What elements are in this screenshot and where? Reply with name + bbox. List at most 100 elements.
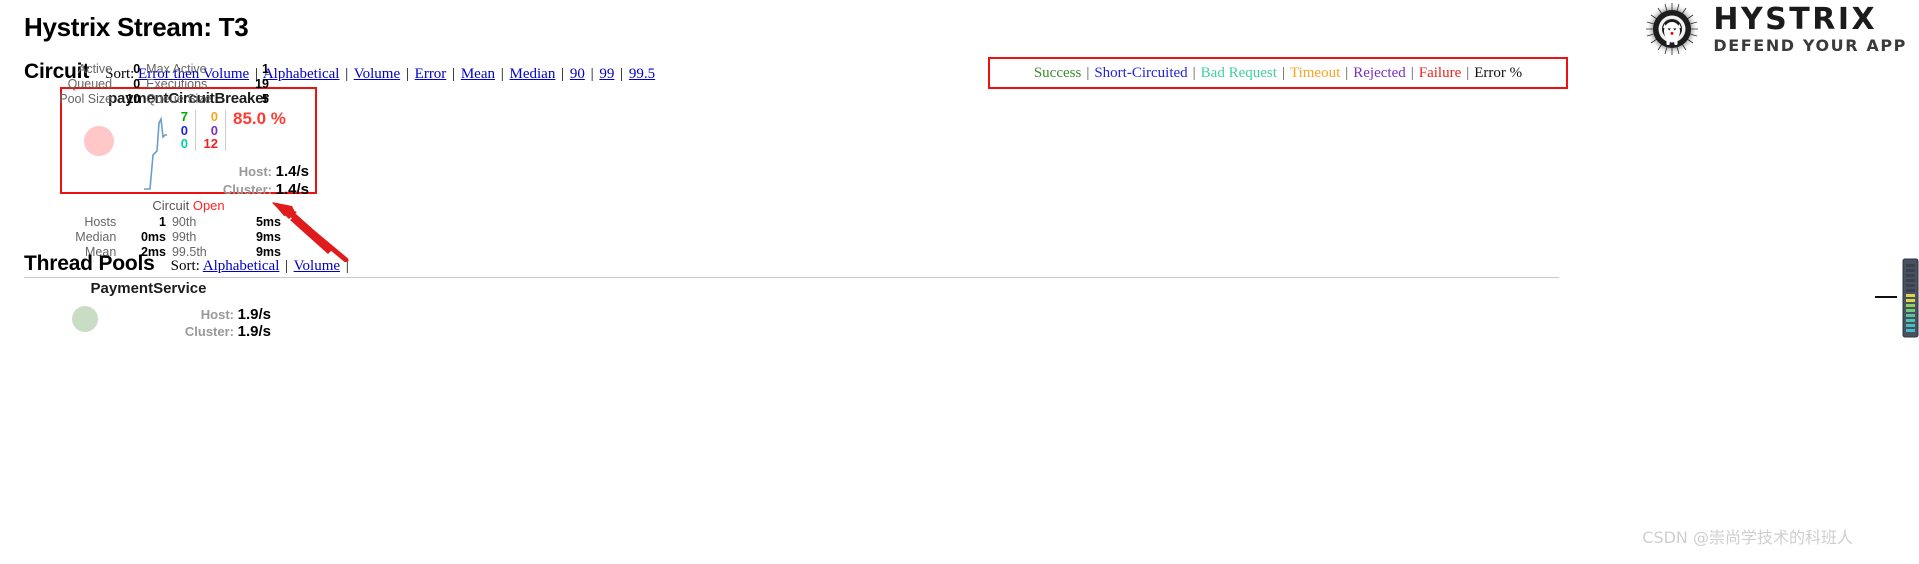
circuit-stat-cell-3: 9ms	[255, 230, 281, 244]
circuit-sort-link-90[interactable]: 90	[570, 66, 585, 82]
circuit-stat-cell-2: 90th	[171, 215, 197, 229]
counter-success: 7	[180, 109, 188, 124]
threadpool-stat-cell-1: 10	[126, 92, 141, 106]
circuit-stat-cell-0: Median	[75, 230, 117, 244]
threadpool-stat-cell-1: 0	[133, 62, 141, 76]
threadpool-section-title: Thread Pools	[24, 252, 155, 275]
threadpool-section-header: Thread Pools Sort: Alphabetical | Volume…	[24, 252, 351, 276]
circuit-host-label: Host:	[238, 164, 272, 179]
legend-item-error-[interactable]: Error %	[1474, 65, 1522, 81]
sort-separator: |	[345, 258, 349, 274]
legend-item-success[interactable]: Success	[1034, 65, 1082, 81]
hystrix-porcupine-icon	[1639, 2, 1705, 56]
legend-item-timeout[interactable]: Timeout	[1290, 65, 1340, 81]
circuit-cluster-label: Cluster:	[222, 182, 272, 197]
circuit-sort-link-median[interactable]: Median	[510, 66, 556, 82]
threadpool-stat-cell-0: Queued	[67, 77, 113, 91]
threadpool-cluster-rate: Cluster: 1.9/s	[185, 323, 271, 340]
circuit-stat-cell-1: 0ms	[140, 230, 166, 244]
circuit-status-badge: Circuit Open	[60, 198, 317, 213]
threadpool-stat-cell-1: 0	[133, 77, 141, 91]
circuit-sort-link-volume[interactable]: Volume	[354, 66, 400, 82]
hystrix-dashboard-page: Hystrix Stream: T3 HYSTRIX DEFEND YOUR A…	[0, 0, 1919, 564]
legend-item-bad-request[interactable]: Bad Request	[1201, 65, 1277, 81]
threadpool-card-name: PaymentService	[90, 280, 207, 297]
threadpool-stat-row: Queued 0 Executions 19	[32, 77, 272, 92]
threadpool-sort-link-alphabetical[interactable]: Alphabetical	[203, 258, 280, 274]
sort-separator: |	[561, 66, 565, 82]
circuit-sort-link-99.5[interactable]: 99.5	[629, 66, 655, 82]
circuit-sort-link-error[interactable]: Error	[415, 66, 447, 82]
threadpool-cluster-label: Cluster:	[184, 324, 234, 339]
threadpool-stat-row: Pool Size 10 Queue Size 5	[32, 92, 272, 107]
legend-box: Success | Short-Circuited | Bad Request | Time…	[988, 57, 1568, 89]
threadpool-stat-cell-3: 19	[255, 77, 269, 91]
circuit-counters: 700 0 0 12 85.0 %	[170, 110, 286, 151]
legend-separator: |	[1466, 64, 1470, 81]
vertical-level-indicator[interactable]	[1902, 258, 1919, 338]
counter-bad-request: 0	[180, 136, 188, 151]
logo-title: HYSTRIX	[1713, 1, 1878, 37]
threadpool-sort-links: Sort: Alphabetical | Volume |	[171, 258, 351, 275]
threadpool-stat-cell-0: Pool Size	[59, 92, 113, 106]
watermark-text: CSDN @崇尚学技术的科班人	[1642, 528, 1853, 547]
sort-separator: |	[405, 66, 409, 82]
legend-item-failure[interactable]: Failure	[1419, 65, 1462, 81]
legend-item-rejected[interactable]: Rejected	[1353, 65, 1405, 81]
threadpool-stats-table: Active 0 Max Active 1 Queued 0 Executions 19 Poo…	[32, 62, 272, 107]
circuit-host-value: 1.4/s	[275, 163, 309, 180]
circuit-stat-cell-0: Hosts	[84, 215, 117, 229]
threadpool-stat-cell-2: Executions	[146, 77, 208, 91]
sort-separator: |	[620, 66, 624, 82]
circuit-host-rate: Host: 1.4/s	[239, 163, 309, 180]
circuit-stat-cell-1: 1	[159, 215, 166, 229]
threadpool-sort-link-volume[interactable]: Volume	[294, 258, 340, 274]
sort-separator: |	[452, 66, 456, 82]
threadpool-divider	[24, 277, 1559, 278]
sort-separator: |	[345, 66, 349, 82]
threadpool-stat-cell-0: Active	[78, 62, 113, 76]
sort-separator: |	[590, 66, 594, 82]
threadpool-host-label: Host:	[200, 307, 234, 322]
circuit-error-percent: 85.0 %	[233, 109, 286, 128]
threadpool-stat-cell-3: 1	[262, 62, 269, 76]
threadpool-host-rate: Host: 1.9/s	[201, 306, 271, 323]
threadpool-stat-row: Active 0 Max Active 1	[32, 62, 272, 77]
circuit-stat-row: Hosts 1 90th 5ms	[44, 215, 284, 230]
threadpool-stat-cell-2: Max Active	[146, 62, 207, 76]
legend-separator: |	[1410, 64, 1414, 81]
circuit-status-label: Circuit	[152, 198, 190, 213]
circuit-stat-row: Median 0ms 99th 9ms	[44, 230, 284, 245]
threadpool-stat-cell-2: Queue Size	[146, 92, 212, 106]
circuit-health-circle	[84, 126, 114, 156]
legend-item-short-circuited[interactable]: Short-Circuited	[1094, 65, 1187, 81]
circuit-status-value: Open	[192, 198, 225, 213]
circuit-cluster-value: 1.4/s	[275, 181, 309, 198]
edge-dash-mark	[1875, 296, 1897, 298]
circuit-sort-link-mean[interactable]: Mean	[461, 66, 495, 82]
counter-rejected: 0	[210, 122, 218, 138]
legend-separator: |	[1192, 64, 1196, 81]
circuit-sort-link-99[interactable]: 99	[599, 66, 614, 82]
circuit-cluster-rate: Cluster: 1.4/s	[223, 181, 309, 198]
threadpool-health-circle	[72, 306, 98, 332]
legend-separator: |	[1281, 64, 1285, 81]
threadpool-stat-cell-3: 5	[262, 92, 269, 106]
threadpool-card-PaymentService[interactable]: PaymentService Host: 1.9/s Cluster: 1.9/…	[20, 280, 277, 382]
threadpool-host-value: 1.9/s	[237, 306, 271, 323]
sort-separator: |	[500, 66, 504, 82]
threadpool-sort-label: Sort:	[170, 258, 200, 274]
threadpool-cluster-value: 1.9/s	[237, 323, 271, 340]
counter-failure: 12	[203, 136, 218, 151]
sort-separator: |	[285, 258, 289, 274]
circuit-stat-cell-2: 99th	[171, 230, 197, 244]
circuit-stat-cell-3: 5ms	[255, 215, 281, 229]
page-title: Hystrix Stream: T3	[24, 12, 249, 42]
hystrix-logo-text: HYSTRIX DEFEND YOUR APP	[1713, 1, 1907, 55]
circuit-sort-link-alphabetical[interactable]: Alphabetical	[263, 66, 340, 82]
counter-short-circuited: 0	[180, 122, 188, 138]
counter-timeout: 0	[210, 109, 218, 124]
logo-subtitle: DEFEND YOUR APP	[1713, 35, 1907, 55]
hystrix-logo: HYSTRIX DEFEND YOUR APP	[1639, 2, 1907, 56]
legend-separator: |	[1086, 64, 1090, 81]
